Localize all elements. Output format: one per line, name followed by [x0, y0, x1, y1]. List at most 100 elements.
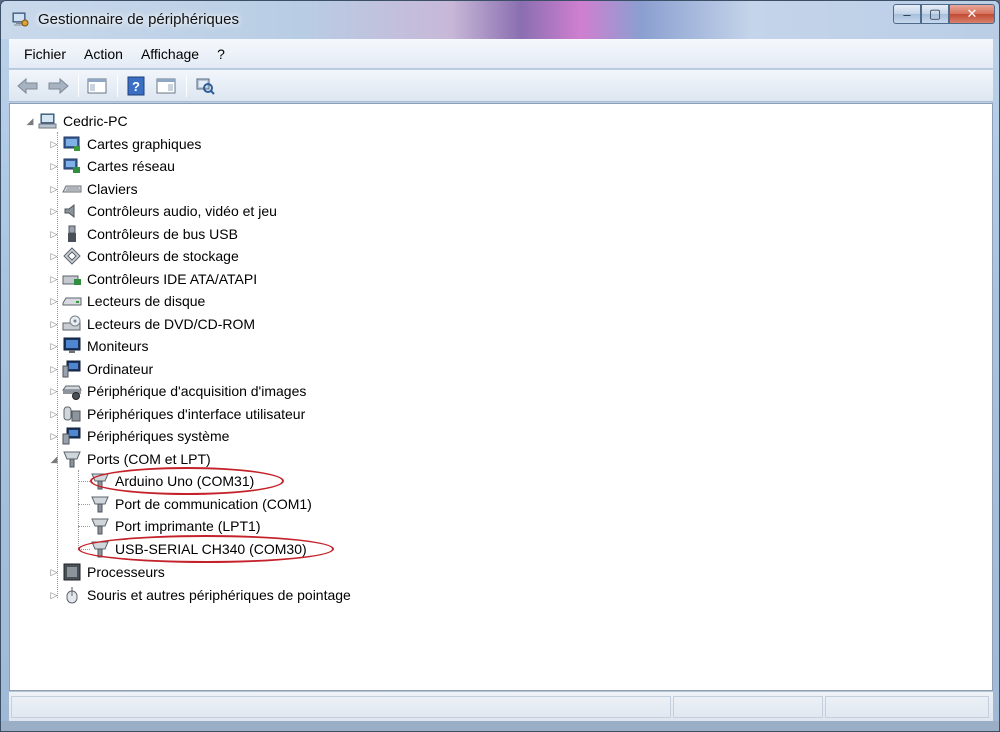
tree-category-label: Souris et autres périphériques de pointa…	[87, 587, 351, 603]
back-button[interactable]	[15, 74, 41, 98]
tree-root[interactable]: ◢ Cedric-PC	[24, 110, 128, 132]
tree-device-label: Port imprimante (LPT1)	[115, 518, 261, 534]
menu-action[interactable]: Action	[75, 46, 132, 62]
status-bar	[9, 691, 993, 721]
close-button[interactable]: ✕	[949, 4, 995, 24]
expand-arrow-icon[interactable]: ▷	[48, 589, 60, 601]
tree-category-label: Périphériques d'interface utilisateur	[87, 406, 306, 422]
window-title: Gestionnaire de périphériques	[38, 11, 239, 28]
status-pane	[825, 696, 989, 718]
tree-category-label: Lecteurs de DVD/CD-ROM	[87, 316, 256, 332]
tree-category-label: Contrôleurs de stockage	[87, 248, 239, 264]
tree-device-label: Port de communication (COM1)	[115, 496, 312, 512]
expand-arrow-icon[interactable]: ▷	[48, 205, 60, 217]
title-bar[interactable]: Gestionnaire de périphériques ‒ ▢ ✕	[1, 1, 999, 39]
device-manager-window: Gestionnaire de périphériques ‒ ▢ ✕ Fich…	[0, 0, 1000, 732]
show-hide-console-tree-icon	[87, 78, 107, 93]
tree-category-label: Moniteurs	[87, 338, 149, 354]
expand-arrow-icon[interactable]: ▷	[48, 318, 60, 330]
help-icon: ?	[127, 76, 145, 95]
menu-help[interactable]: ?	[208, 46, 234, 62]
window-frame-bottom	[1, 721, 999, 731]
expand-arrow-icon[interactable]: ▷	[48, 273, 60, 285]
expand-arrow-icon[interactable]: ▷	[48, 295, 60, 307]
computer-icon	[62, 360, 82, 378]
tree-category-cartes-reseau[interactable]: ▷ Cartes réseau	[48, 155, 175, 177]
show-hide-console-tree-button[interactable]	[84, 74, 110, 98]
forward-button[interactable]	[45, 74, 71, 98]
menu-fichier[interactable]: Fichier	[15, 46, 75, 62]
tree-category-label: Périphériques système	[87, 428, 230, 444]
help-button[interactable]: ?	[123, 74, 149, 98]
menu-affichage[interactable]: Affichage	[132, 46, 208, 62]
tree-category-imaging[interactable]: ▷ Périphérique d'acquisition d'images	[48, 380, 306, 402]
tree-category-ordinateur[interactable]: ▷ Ordinateur	[48, 358, 153, 380]
tree-category-dvd[interactable]: ▷ Lecteurs de DVD/CD-ROM	[48, 313, 255, 335]
scan-hardware-button[interactable]	[192, 74, 218, 98]
tree-category-system[interactable]: ▷ Périphériques système	[48, 425, 229, 447]
display-adapter-icon	[62, 135, 82, 153]
expand-arrow-icon[interactable]: ▷	[48, 340, 60, 352]
minimize-icon: ‒	[903, 6, 911, 22]
tree-category-processeurs[interactable]: ▷ Processeurs	[48, 561, 165, 583]
expand-arrow-icon[interactable]: ▷	[48, 138, 60, 150]
device-tree[interactable]: ◢ Cedric-PC ▷ Cartes graphiques ▷ Cartes…	[9, 103, 993, 691]
audio-icon	[62, 202, 82, 220]
tree-guide-line	[78, 470, 79, 550]
ide-controller-icon	[62, 270, 82, 288]
toolbar: ?	[9, 70, 993, 102]
menu-bar: Fichier Action Affichage ?	[9, 39, 993, 69]
tree-device-lpt1[interactable]: Port imprimante (LPT1)	[90, 515, 260, 537]
tree-category-mouse[interactable]: ▷ Souris et autres périphériques de poin…	[48, 584, 351, 606]
collapse-arrow-icon[interactable]: ◢	[24, 115, 36, 127]
tree-category-storage[interactable]: ▷ Contrôleurs de stockage	[48, 245, 239, 267]
computer-icon	[38, 112, 58, 130]
collapse-arrow-icon[interactable]: ◢	[48, 453, 60, 465]
tree-category-usb[interactable]: ▷ Contrôleurs de bus USB	[48, 223, 238, 245]
expand-arrow-icon[interactable]: ▷	[48, 385, 60, 397]
tree-category-label: Ports (COM et LPT)	[87, 451, 211, 467]
expand-arrow-icon[interactable]: ▷	[48, 566, 60, 578]
hid-icon	[62, 405, 82, 423]
mouse-icon	[62, 586, 82, 604]
expand-arrow-icon[interactable]: ▷	[48, 430, 60, 442]
tree-guide-line	[78, 526, 90, 527]
expand-arrow-icon[interactable]: ▷	[48, 250, 60, 262]
tree-device-com1[interactable]: Port de communication (COM1)	[90, 493, 312, 515]
network-adapter-icon	[62, 157, 82, 175]
imaging-device-icon	[62, 382, 82, 400]
tree-category-ide[interactable]: ▷ Contrôleurs IDE ATA/ATAPI	[48, 268, 258, 290]
properties-button[interactable]	[153, 74, 179, 98]
tree-category-audio[interactable]: ▷ Contrôleurs audio, vidéo et jeu	[48, 200, 277, 222]
maximize-icon: ▢	[928, 6, 942, 21]
forward-arrow-icon	[48, 77, 69, 94]
expand-arrow-icon[interactable]: ▷	[48, 160, 60, 172]
properties-icon	[156, 78, 176, 93]
tree-category-cartes-graphiques[interactable]: ▷ Cartes graphiques	[48, 133, 202, 155]
back-arrow-icon	[17, 77, 38, 94]
expand-arrow-icon[interactable]: ▷	[48, 228, 60, 240]
tree-category-label: Lecteurs de disque	[87, 293, 206, 309]
minimize-button[interactable]: ‒	[893, 4, 921, 24]
system-device-icon	[62, 427, 82, 445]
tree-category-label: Processeurs	[87, 564, 165, 580]
processor-icon	[62, 563, 82, 581]
tree-category-label: Cartes réseau	[87, 158, 175, 174]
port-icon	[90, 495, 110, 513]
tree-category-moniteurs[interactable]: ▷ Moniteurs	[48, 335, 148, 357]
scan-hardware-icon	[196, 78, 215, 95]
svg-text:?: ?	[132, 79, 140, 94]
port-icon	[62, 450, 82, 468]
toolbar-separator	[78, 74, 79, 97]
keyboard-icon	[62, 180, 82, 198]
expand-arrow-icon[interactable]: ▷	[48, 408, 60, 420]
maximize-button[interactable]: ▢	[921, 4, 949, 24]
expand-arrow-icon[interactable]: ▷	[48, 363, 60, 375]
tree-category-disk[interactable]: ▷ Lecteurs de disque	[48, 290, 206, 312]
highlight-ellipse-ch340	[78, 535, 334, 563]
expand-arrow-icon[interactable]: ▷	[48, 183, 60, 195]
tree-category-claviers[interactable]: ▷ Claviers	[48, 178, 138, 200]
tree-category-label: Contrôleurs IDE ATA/ATAPI	[87, 271, 258, 287]
tree-category-hid[interactable]: ▷ Périphériques d'interface utilisateur	[48, 403, 306, 425]
tree-category-label: Claviers	[87, 181, 138, 197]
